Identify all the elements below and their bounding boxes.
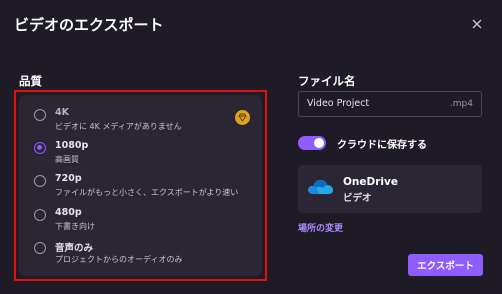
- export-dialog: ビデオのエクスポート 品質 ファイル名 4K ビデオに 4K メディアがありませ…: [0, 0, 502, 294]
- file-extension: .mp4: [449, 99, 473, 109]
- save-to-cloud-label: クラウドに保存する: [337, 140, 427, 151]
- option-description: ビデオに 4K メディアがありません: [55, 122, 182, 131]
- quality-label: 品質: [19, 74, 42, 88]
- option-name: 1080p: [55, 140, 89, 151]
- change-location-link[interactable]: 場所の変更: [298, 221, 343, 234]
- radio-4k[interactable]: [34, 109, 46, 121]
- premium-crown-icon: [235, 110, 250, 125]
- option-description: プロジェクトからのオーディオのみ: [55, 255, 183, 264]
- radio-audio-only[interactable]: [34, 242, 46, 254]
- option-name: 4K: [55, 107, 69, 118]
- quality-option-4k[interactable]: 4K ビデオに 4K メディアがありません: [19, 106, 262, 138]
- option-description: 下書き向け: [55, 222, 95, 231]
- option-description: 高画質: [55, 155, 79, 164]
- filename-field[interactable]: .mp4: [298, 91, 482, 117]
- quality-panel-highlight: 4K ビデオに 4K メディアがありません 1080p 高画質 720p ファイ…: [14, 90, 267, 281]
- quality-option-480p[interactable]: 480p 下書き向け: [19, 206, 262, 238]
- filename-label: ファイル名: [298, 74, 356, 88]
- option-description: ファイルがもっと小さく、エクスポートがより速い: [55, 188, 239, 197]
- quality-options-list: 4K ビデオに 4K メディアがありません 1080p 高画質 720p ファイ…: [19, 95, 262, 276]
- save-to-cloud-toggle[interactable]: [298, 136, 326, 150]
- cloud-service-name: OneDrive: [343, 176, 398, 188]
- radio-480p[interactable]: [34, 209, 46, 221]
- export-button[interactable]: エクスポート: [408, 254, 483, 276]
- quality-option-720p[interactable]: 720p ファイルがもっと小さく、エクスポートがより速い: [19, 172, 262, 204]
- onedrive-cloud-icon: [306, 177, 334, 199]
- close-icon[interactable]: [470, 17, 484, 31]
- filename-input[interactable]: [307, 98, 437, 109]
- quality-option-1080p[interactable]: 1080p 高画質: [19, 139, 262, 171]
- quality-option-audio-only[interactable]: 音声のみ プロジェクトからのオーディオのみ: [19, 239, 262, 271]
- radio-1080p[interactable]: [34, 142, 46, 154]
- option-name: 音声のみ: [55, 243, 94, 254]
- radio-720p[interactable]: [34, 175, 46, 187]
- dialog-title: ビデオのエクスポート: [14, 16, 164, 34]
- cloud-folder-name: ビデオ: [343, 193, 372, 204]
- onedrive-destination-card[interactable]: OneDrive ビデオ: [298, 165, 482, 213]
- option-name: 720p: [55, 173, 82, 184]
- option-name: 480p: [55, 207, 82, 218]
